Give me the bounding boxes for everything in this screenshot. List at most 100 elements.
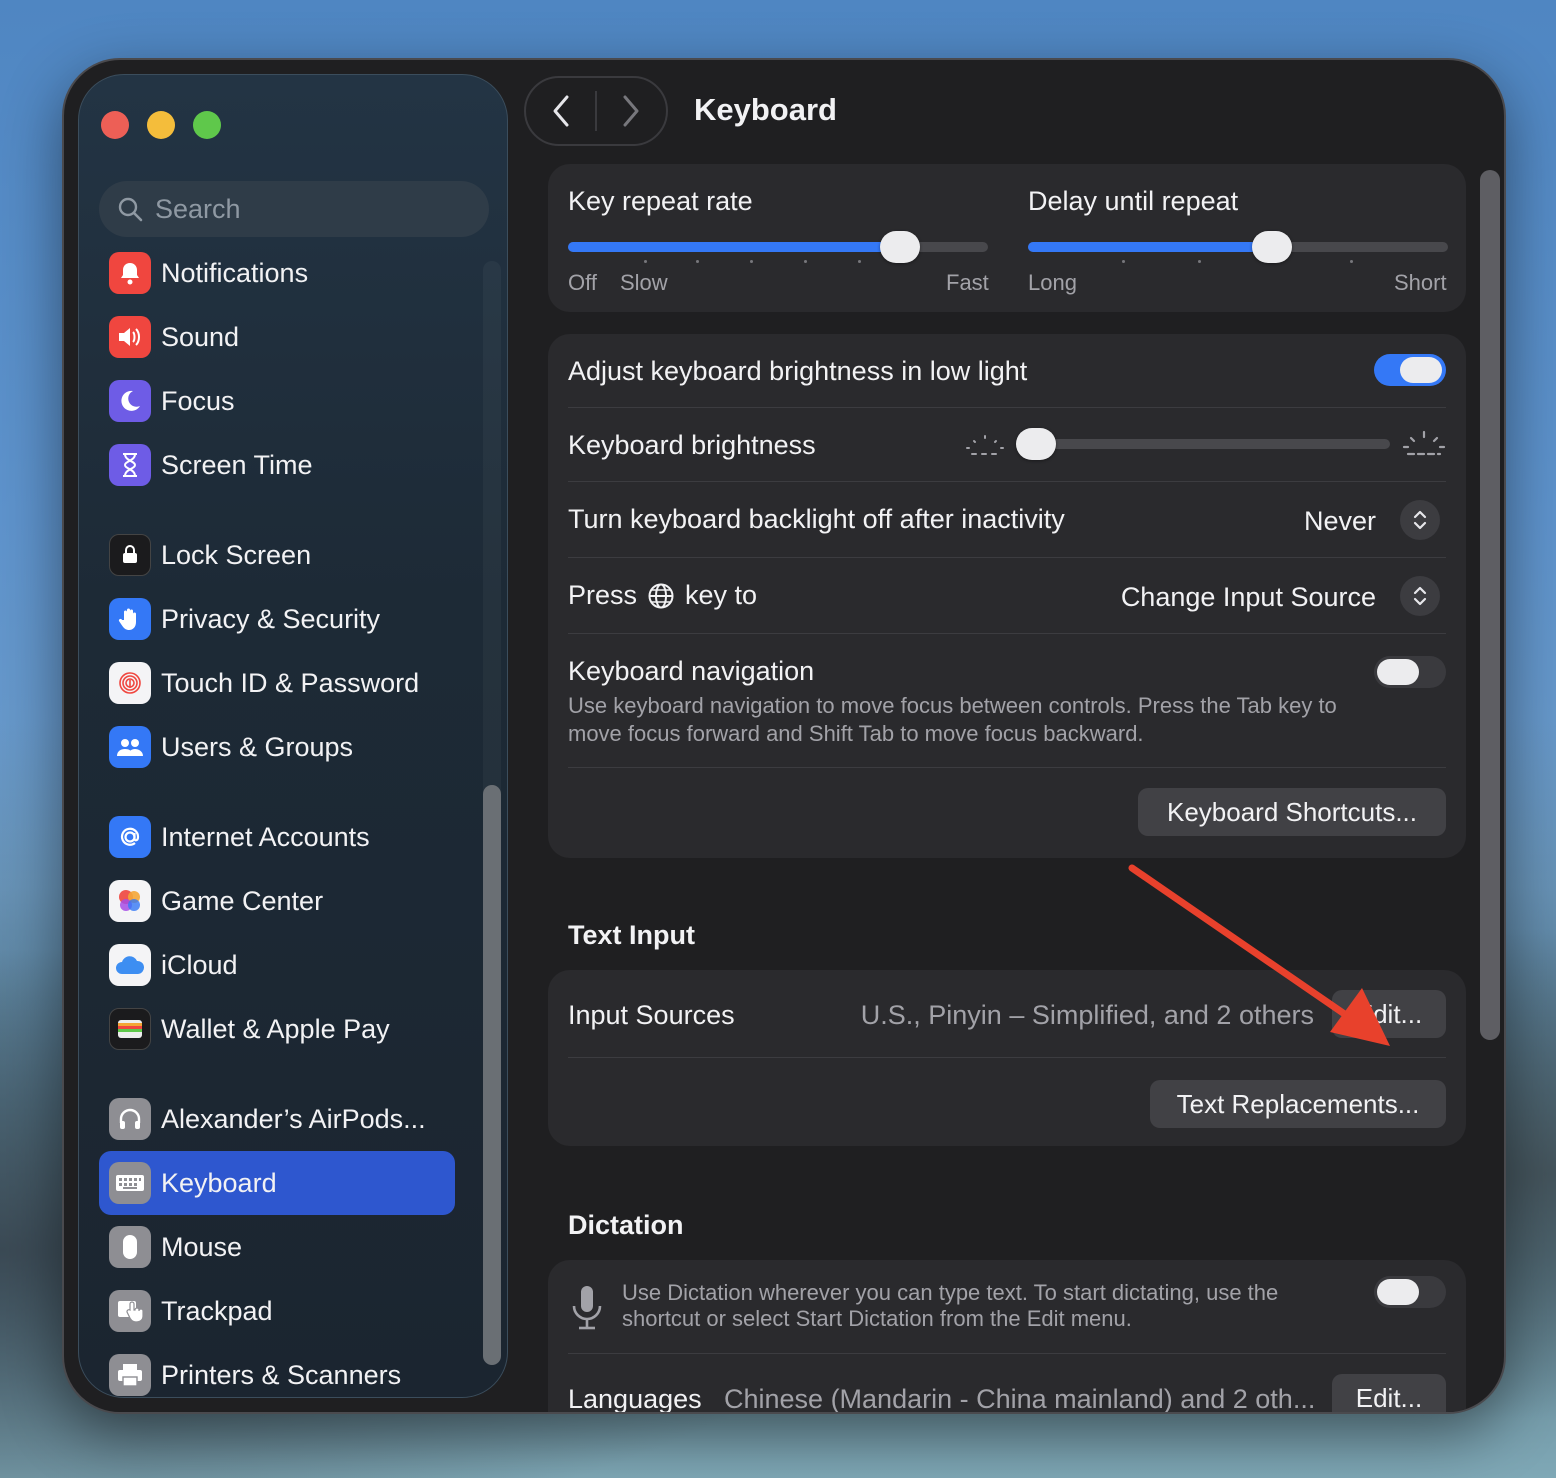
press-label: Press [568,580,638,610]
dictation-description: Use Dictation wherever you can type text… [622,1280,1279,1331]
main-content: Keyboard Key repeat rate Off Slow Fast D… [524,60,1504,1412]
key-repeat-rate-knob[interactable] [879,231,920,263]
sidebar-scrollbar-thumb[interactable] [483,785,501,1365]
chevron-up-down-icon [1413,586,1427,606]
dictation-card: Use Dictation wherever you can type text… [548,1260,1466,1414]
row-divider [568,767,1446,768]
keyboard-navigation-description: Use keyboard navigation to move focus be… [568,693,1337,746]
window-controls [101,111,221,139]
forward-button[interactable] [597,76,666,146]
close-button[interactable] [101,111,129,139]
sidebar-item-internet-accounts[interactable]: Internet Accounts [99,805,455,869]
sidebar-item-printers[interactable]: Printers & Scanners [99,1343,455,1397]
main-scrollbar-thumb[interactable] [1480,170,1500,1040]
headphones-icon [109,1098,151,1140]
sidebar-item-trackpad[interactable]: Trackpad [99,1279,455,1343]
sidebar-item-sound[interactable]: Sound [99,305,455,369]
keyboard-shortcuts-button[interactable]: Keyboard Shortcuts... [1138,788,1446,836]
wallet-icon [109,1008,151,1050]
languages-edit-button[interactable]: Edit... [1332,1374,1446,1412]
brightness-low-icon [966,435,1004,455]
sidebar-item-mouse[interactable]: Mouse [99,1215,455,1279]
sidebar-item-label: iCloud [161,949,238,980]
input-sources-label: Input Sources [568,1000,735,1030]
adjust-brightness-toggle[interactable] [1374,354,1446,386]
slider-tick [858,260,861,263]
cloud-icon [109,944,151,986]
history-navigation [524,76,668,146]
rate-off-label: Off [568,270,597,295]
backlight-timeout-label: Turn keyboard backlight off after inacti… [568,504,1065,534]
sidebar-item-users-groups[interactable]: Users & Groups [99,715,455,779]
slider-tick [1350,260,1353,263]
speaker-icon [109,316,151,358]
sidebar-item-keyboard[interactable]: Keyboard [99,1151,455,1215]
sidebar-item-wallet[interactable]: Wallet & Apple Pay [99,997,455,1061]
keyboard-navigation-toggle[interactable] [1374,656,1446,688]
delay-long-label: Long [1028,270,1077,295]
sidebar-item-label: Notifications [161,257,309,288]
text-input-section-title: Text Input [568,920,695,950]
hourglass-icon [109,444,151,486]
sidebar-item-touch-id[interactable]: Touch ID & Password [99,651,455,715]
press-globe-key-value[interactable]: Change Input Source [1121,582,1376,613]
microphone-icon [572,1286,602,1330]
slider-tick [804,260,807,263]
row-divider [568,1353,1446,1354]
keyboard-brightness-slider[interactable] [1016,428,1390,460]
toggle-knob [1377,659,1419,685]
sidebar-item-label: Alexander’s AirPods... [161,1103,426,1134]
slider-tick [1198,260,1201,263]
delay-until-repeat-fill [1028,242,1273,252]
sidebar-item-game-center[interactable]: Game Center [99,869,455,933]
sidebar-item-label: Keyboard [161,1167,277,1198]
sidebar-item-screen-time[interactable]: Screen Time [99,433,455,497]
rate-fast-label: Fast [946,270,989,295]
delay-until-repeat-slider[interactable] [1028,231,1448,263]
row-divider [568,557,1446,558]
text-replacements-button[interactable]: Text Replacements... [1150,1080,1446,1128]
keyboard-brightness-label: Keyboard brightness [568,430,816,460]
sidebar-item-label: Game Center [161,885,324,916]
lock-icon [109,534,151,576]
sidebar-item-label: Touch ID & Password [161,667,420,698]
delay-until-repeat-label: Delay until repeat [1028,186,1239,216]
row-divider [568,633,1446,634]
keyboard-brightness-knob[interactable] [1016,428,1056,460]
sidebar-item-label: Sound [161,321,240,352]
sidebar-item-focus[interactable]: Focus [99,369,455,433]
search-placeholder: Search [155,193,241,224]
backlight-timeout-stepper[interactable] [1400,500,1440,540]
key-repeat-rate-fill [568,242,900,252]
search-input[interactable]: Search [99,181,489,237]
sidebar-item-icloud[interactable]: iCloud [99,933,455,997]
settings-window: Search Notifications Sound Focus Screen … [62,58,1506,1414]
input-sources-edit-button[interactable]: Edit... [1332,990,1446,1038]
minimize-button[interactable] [147,111,175,139]
slider-tick [1122,260,1125,263]
sidebar-item-label: Users & Groups [161,731,354,762]
back-button[interactable] [526,76,595,146]
dictation-toggle[interactable] [1374,1276,1446,1308]
mouse-icon [109,1226,151,1268]
sidebar-item-notifications[interactable]: Notifications [99,241,455,305]
sidebar-item-label: Focus [161,385,235,416]
moon-icon [109,380,151,422]
toggle-knob [1400,357,1442,383]
languages-value: Chinese (Mandarin - China mainland) and … [724,1384,1316,1414]
zoom-button[interactable] [193,111,221,139]
key-repeat-rate-slider[interactable] [568,231,988,263]
press-globe-key-label: Press key to [568,580,757,611]
backlight-timeout-value[interactable]: Never [1304,506,1376,537]
trackpad-icon [109,1290,151,1332]
keyboard-navigation-label: Keyboard navigation [568,656,815,686]
sidebar-item-privacy-security[interactable]: Privacy & Security [99,587,455,651]
printer-icon [109,1354,151,1396]
sidebar-item-label: Privacy & Security [161,603,381,634]
users-icon [109,726,151,768]
press-globe-key-stepper[interactable] [1400,576,1440,616]
chevron-right-icon [623,95,639,127]
sidebar-item-airpods[interactable]: Alexander’s AirPods... [99,1087,455,1151]
delay-until-repeat-knob[interactable] [1252,231,1293,263]
sidebar-item-lock-screen[interactable]: Lock Screen [99,523,455,587]
